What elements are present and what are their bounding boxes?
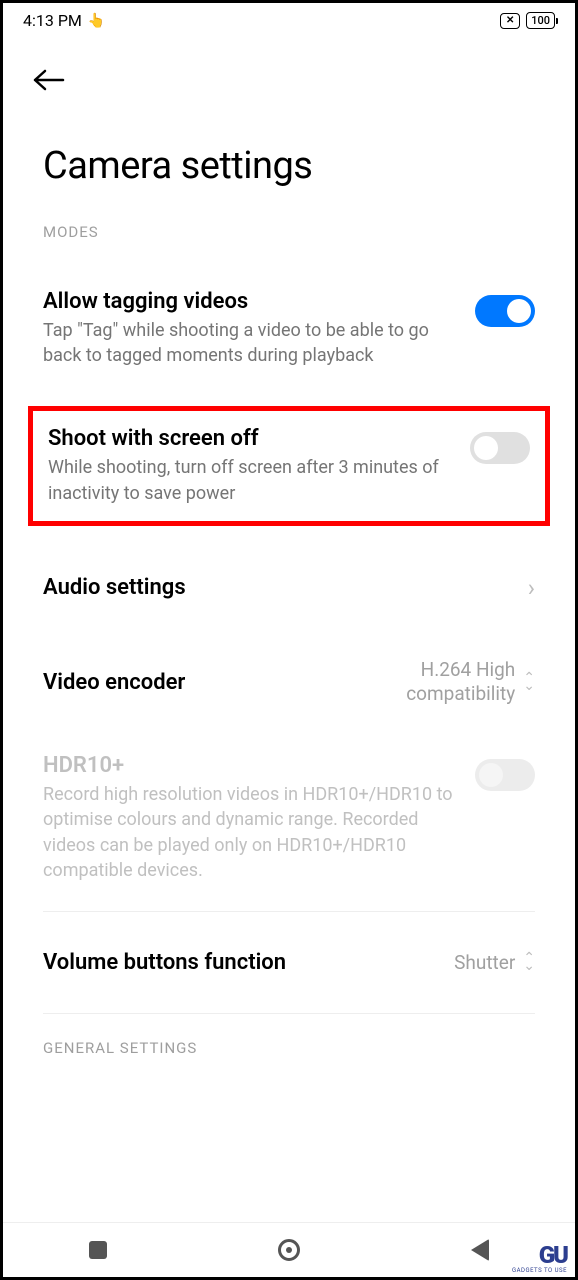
setting-title: HDR10+ [43,753,455,778]
nav-recent-button[interactable] [84,1236,112,1264]
page-title: Camera settings [3,99,575,223]
setting-title: Shoot with screen off [48,426,450,451]
toggle-screen-off[interactable] [470,432,530,464]
status-bar: 4:13 PM 👆 ✕ 100 [3,3,575,34]
setting-desc: While shooting, turn off screen after 3 … [48,455,450,505]
setting-video-encoder[interactable]: Video encoder H.264 High compatibility ⌃… [43,630,535,735]
triangle-icon [471,1239,489,1261]
toggle-knob [507,299,531,323]
status-time: 4:13 PM [23,11,82,30]
toggle-hdr10 [475,759,535,791]
setting-tagging-videos[interactable]: Allow tagging videos Tap "Tag" while sho… [43,271,535,386]
divider [43,1013,535,1014]
chevron-updown-icon: ⌃⌄ [523,954,535,971]
setting-title: Audio settings [43,575,186,600]
watermark-text: GADGETS TO USE [512,1267,567,1274]
status-right: ✕ 100 [500,12,555,29]
setting-audio[interactable]: Audio settings › [43,546,535,630]
battery-indicator: 100 [526,12,555,29]
setting-text: Allow tagging videos Tap "Tag" while sho… [43,289,475,368]
toggle-tagging-videos[interactable] [475,295,535,327]
rotation-lock-icon: ✕ [500,13,520,29]
section-modes-header: MODES [43,223,535,241]
nav-home-button[interactable] [275,1236,303,1264]
circle-icon [278,1239,300,1261]
content: MODES Allow tagging videos Tap "Tag" whi… [3,223,575,1057]
touch-icon: 👆 [88,13,105,29]
nav-back-button[interactable] [466,1236,494,1264]
setting-text: HDR10+ Record high resolution videos in … [43,753,475,883]
setting-text: Shoot with screen off While shooting, tu… [48,426,470,505]
watermark-logo: GU [539,1241,567,1269]
divider [43,911,535,912]
setting-title: Allow tagging videos [43,289,455,314]
setting-title: Volume buttons function [43,950,286,975]
header [3,34,575,99]
setting-title: Video encoder [43,670,185,695]
setting-value: H.264 High compatibility ⌃⌄ [385,658,535,707]
chevron-right-icon: › [528,574,535,602]
setting-desc: Record high resolution videos in HDR10+/… [43,782,455,883]
navigation-bar [3,1222,575,1277]
setting-desc: Tap "Tag" while shooting a video to be a… [43,318,455,368]
toggle-knob [474,436,498,460]
toggle-knob [479,763,503,787]
setting-shoot-screen-off[interactable]: Shoot with screen off While shooting, tu… [48,426,530,505]
highlight-annotation: Shoot with screen off While shooting, tu… [28,406,550,525]
setting-value: Shutter ⌃⌄ [454,951,535,974]
back-button[interactable] [33,64,555,99]
chevron-updown-icon: ⌃⌄ [523,674,535,691]
square-icon [89,1241,107,1259]
status-left: 4:13 PM 👆 [23,11,105,30]
setting-hdr10: HDR10+ Record high resolution videos in … [43,735,535,901]
section-general-header: GENERAL SETTINGS [43,1039,535,1057]
setting-volume-buttons[interactable]: Volume buttons function Shutter ⌃⌄ [43,922,535,1003]
